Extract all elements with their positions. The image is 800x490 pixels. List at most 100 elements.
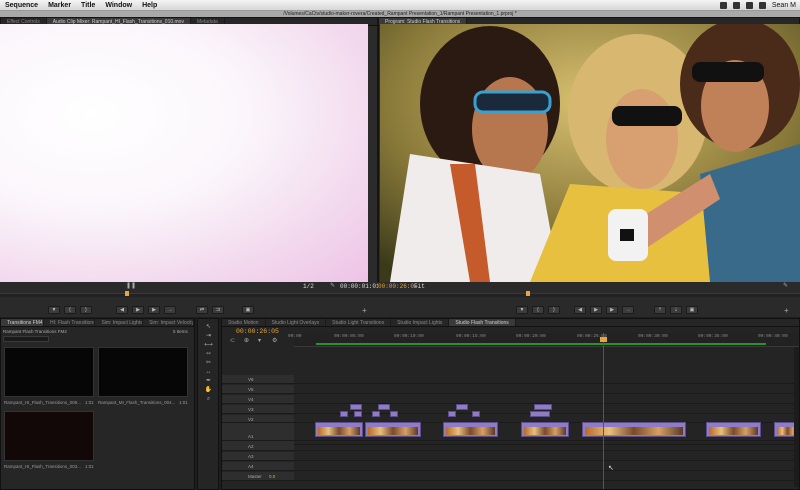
prog-go-in-button[interactable]: } bbox=[548, 306, 560, 314]
track-header[interactable]: V3 bbox=[222, 405, 294, 413]
ripple-edit-tool-icon[interactable]: ⟷ bbox=[203, 341, 214, 349]
tab-light-overlays[interactable]: Studio Light Overlays bbox=[266, 319, 327, 326]
tab-impact-lights-seq[interactable]: Studio Impact Lights bbox=[391, 319, 450, 326]
track-header[interactable]: A2 bbox=[222, 442, 294, 450]
program-time-ruler[interactable] bbox=[378, 293, 800, 297]
clip-thumbnail[interactable] bbox=[4, 347, 94, 397]
pause-icon[interactable]: ❚❚ bbox=[126, 282, 136, 289]
menu-marker[interactable]: Marker bbox=[43, 2, 76, 9]
master-track[interactable]: Master 0.0 bbox=[222, 472, 799, 481]
transition-clip[interactable] bbox=[378, 404, 390, 410]
razor-tool-icon[interactable]: ✂ bbox=[203, 359, 214, 367]
track-header[interactable]: A4 bbox=[222, 462, 294, 470]
source-zoom[interactable]: 1/2 bbox=[303, 283, 314, 290]
play-button[interactable]: ▶ bbox=[132, 306, 144, 314]
overwrite-button[interactable]: ⇉ bbox=[212, 306, 224, 314]
user-name[interactable]: Sean M bbox=[772, 2, 796, 9]
prog-play-button[interactable]: ▶ bbox=[590, 306, 602, 314]
source-video-frame[interactable] bbox=[0, 24, 368, 282]
audio-track[interactable]: A2 bbox=[222, 442, 799, 451]
menu-sequence[interactable]: Sequence bbox=[0, 2, 43, 9]
transition-clip[interactable] bbox=[354, 411, 362, 417]
tab-impact-velocity[interactable]: Sim: Impact Velocity bbox=[143, 319, 195, 326]
track-select-tool-icon[interactable]: ⇥ bbox=[203, 332, 214, 340]
go-to-in-button[interactable]: } bbox=[80, 306, 92, 314]
wifi-icon[interactable] bbox=[732, 1, 740, 9]
zoom-tool-icon[interactable]: ⌕ bbox=[203, 395, 214, 403]
transition-clip[interactable] bbox=[530, 411, 550, 417]
program-zoom[interactable]: Fit bbox=[414, 283, 425, 290]
wrench-icon[interactable]: ✎ bbox=[330, 282, 335, 289]
add-marker-icon[interactable]: ▾ bbox=[258, 337, 261, 344]
transition-clip[interactable] bbox=[456, 404, 468, 410]
battery-icon[interactable] bbox=[758, 1, 766, 9]
mark-in-button[interactable]: ▼ bbox=[48, 306, 60, 314]
timeline-scrollbar[interactable] bbox=[794, 347, 799, 487]
transition-clip[interactable] bbox=[372, 411, 380, 417]
program-wrench-icon[interactable]: ✎ bbox=[783, 282, 788, 289]
tab-studio-motion[interactable]: Studio Motion bbox=[222, 319, 266, 326]
video-track[interactable]: V6 bbox=[222, 375, 799, 384]
rate-stretch-tool-icon[interactable]: ⇿ bbox=[203, 350, 214, 358]
slip-tool-icon[interactable]: ↔ bbox=[203, 368, 214, 376]
insert-button[interactable]: ⇄ bbox=[196, 306, 208, 314]
mark-out-button[interactable]: { bbox=[64, 306, 76, 314]
track-header[interactable]: A1 bbox=[222, 432, 294, 440]
tab-flash-transitions-seq[interactable]: Studio Flash Transitions bbox=[449, 319, 516, 326]
menu-help[interactable]: Help bbox=[137, 2, 162, 9]
master-volume[interactable]: 0.0 bbox=[269, 474, 275, 479]
transition-clip[interactable] bbox=[390, 411, 398, 417]
tab-transitions-fm4[interactable]: Transitions FM4 bbox=[1, 319, 45, 326]
audio-track[interactable]: A3 bbox=[222, 452, 799, 461]
source-playhead[interactable] bbox=[125, 291, 129, 296]
transition-clip[interactable] bbox=[534, 404, 552, 410]
playhead-handle[interactable] bbox=[600, 337, 607, 342]
pen-tool-icon[interactable]: ✒ bbox=[203, 377, 214, 385]
tab-impact-lights[interactable]: Sim: Impact Lights bbox=[95, 319, 144, 326]
snap-icon[interactable]: ⊂ bbox=[230, 337, 235, 344]
selection-tool-icon[interactable]: ↖ bbox=[203, 323, 214, 331]
track-header[interactable]: A3 bbox=[222, 452, 294, 460]
linked-selection-icon[interactable]: ⊕ bbox=[244, 337, 249, 344]
track-header[interactable]: Master 0.0 bbox=[222, 472, 294, 480]
track-header[interactable]: V2 bbox=[222, 415, 294, 422]
video-track[interactable]: V3 bbox=[222, 405, 799, 414]
hand-tool-icon[interactable]: ✋ bbox=[203, 386, 214, 394]
clip-thumbnail[interactable] bbox=[4, 411, 94, 461]
settings-icon[interactable]: ⚙ bbox=[272, 337, 277, 344]
program-playhead[interactable] bbox=[526, 291, 530, 296]
lift-button[interactable]: ⇡ bbox=[654, 306, 666, 314]
step-forward-button[interactable]: ▶ bbox=[148, 306, 160, 314]
prog-add-button-icon[interactable]: + bbox=[784, 306, 789, 315]
menu-window[interactable]: Window bbox=[100, 2, 137, 9]
prog-step-back-button[interactable]: ◀ bbox=[574, 306, 586, 314]
go-to-out-button[interactable]: → bbox=[164, 306, 176, 314]
transition-clip[interactable] bbox=[350, 404, 362, 410]
search-input[interactable] bbox=[3, 336, 49, 342]
transition-clip[interactable] bbox=[340, 411, 348, 417]
audio-track[interactable]: A4 bbox=[222, 462, 799, 471]
program-timecode[interactable]: 00:00:26:05 bbox=[378, 283, 418, 290]
prog-export-frame-button[interactable]: ▣ bbox=[686, 306, 698, 314]
track-header[interactable]: V4 bbox=[222, 395, 294, 403]
audio-track[interactable]: A1 bbox=[222, 432, 799, 441]
track-header[interactable]: V6 bbox=[222, 375, 294, 383]
menu-title[interactable]: Title bbox=[76, 2, 100, 9]
prog-mark-in-button[interactable]: ▼ bbox=[516, 306, 528, 314]
extract-button[interactable]: ⇣ bbox=[670, 306, 682, 314]
transition-clip[interactable] bbox=[448, 411, 456, 417]
source-time-ruler[interactable] bbox=[0, 293, 378, 297]
prog-mark-out-button[interactable]: { bbox=[532, 306, 544, 314]
volume-icon[interactable] bbox=[745, 1, 753, 9]
timeline-timecode[interactable]: 00:00:26:05 bbox=[236, 328, 279, 335]
track-header[interactable]: V5 bbox=[222, 385, 294, 393]
prog-go-out-button[interactable]: → bbox=[622, 306, 634, 314]
status-icon[interactable] bbox=[719, 1, 727, 9]
video-track[interactable]: V4 bbox=[222, 395, 799, 404]
tab-hi-flash[interactable]: HI: Flash Transitions bbox=[44, 319, 96, 326]
prog-step-forward-button[interactable]: ▶ bbox=[606, 306, 618, 314]
clip-thumbnail[interactable] bbox=[98, 347, 188, 397]
program-video-frame[interactable] bbox=[380, 24, 800, 282]
transition-clip[interactable] bbox=[472, 411, 480, 417]
export-frame-button[interactable]: ▣ bbox=[242, 306, 254, 314]
